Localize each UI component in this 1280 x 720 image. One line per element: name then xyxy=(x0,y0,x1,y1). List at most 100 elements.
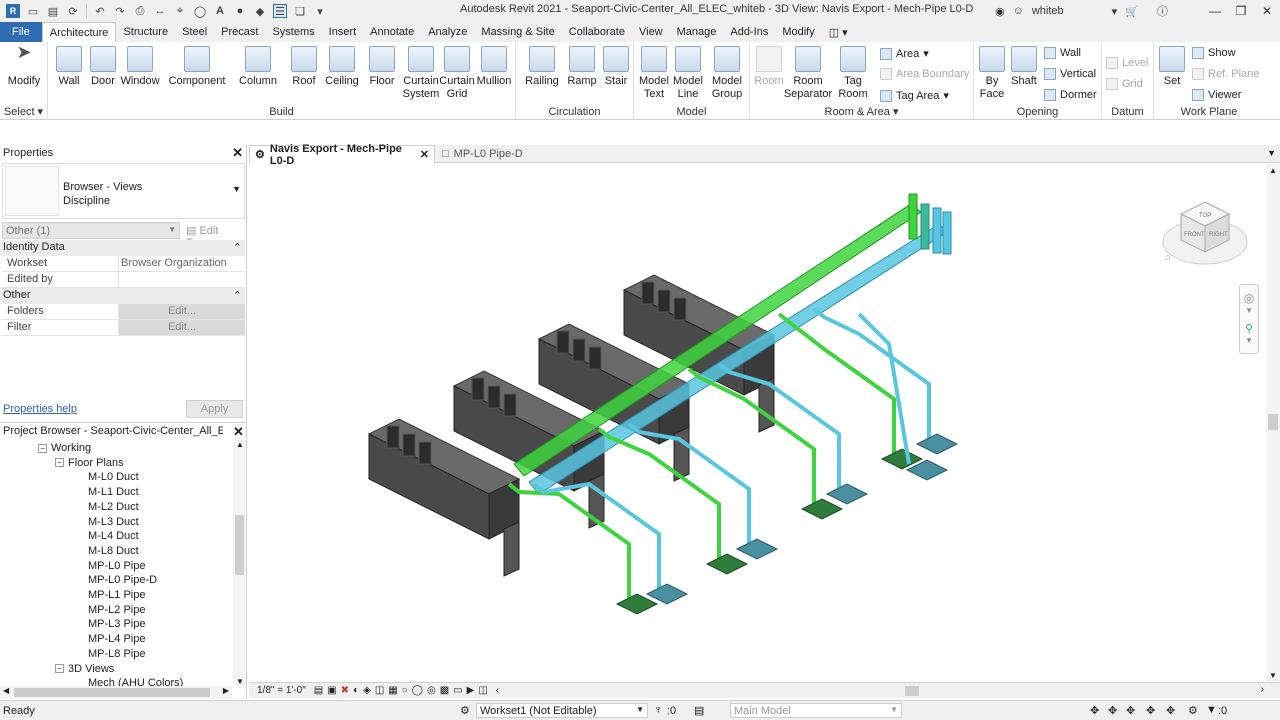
show-button[interactable]: Show xyxy=(1192,47,1236,59)
browser-tree-item[interactable]: −3D Views xyxy=(55,663,114,675)
browser-tree-item[interactable]: − Floor Plans xyxy=(55,457,124,469)
browser-tree-item[interactable]: MP-L8 Pipe xyxy=(88,648,145,660)
tab-modify[interactable]: Modify xyxy=(775,22,821,42)
scroll-thumb[interactable] xyxy=(14,688,210,697)
set-button[interactable]: Set xyxy=(1156,46,1188,88)
apply-button[interactable]: Apply xyxy=(186,400,243,418)
scroll-up-icon[interactable]: ▲ xyxy=(236,440,244,449)
area-boundary-button[interactable]: Area Boundary xyxy=(880,68,969,80)
tab-menu-icon[interactable]: ▼ xyxy=(1267,148,1276,158)
scroll-down-icon[interactable]: ▼ xyxy=(1269,671,1277,680)
revit-logo-icon[interactable]: R xyxy=(6,4,20,18)
undo-icon[interactable]: ↶ xyxy=(93,4,107,18)
worksharing-display-icon[interactable]: ▩ xyxy=(440,685,449,696)
folders-edit-button[interactable]: Edit... xyxy=(119,304,245,319)
component-button[interactable]: Component xyxy=(168,46,226,88)
browser-tree-item[interactable]: Mech (AHU Colors) xyxy=(88,677,183,686)
room-button[interactable]: Room xyxy=(752,46,786,88)
home-icon[interactable]: ⌂ xyxy=(1165,252,1171,263)
collapse-toggle-icon[interactable]: − xyxy=(55,664,64,673)
model-group-button[interactable]: Model Group xyxy=(708,46,746,101)
drag-on-selection-icon[interactable]: ✥ xyxy=(1166,704,1175,717)
help-icon[interactable]: ⓘ xyxy=(1157,3,1168,19)
stair-button[interactable]: Stair xyxy=(600,46,632,88)
viewcube[interactable]: TOP FRONT RIGHT ⌂ xyxy=(1159,194,1249,274)
browser-tree-item[interactable]: − Working xyxy=(38,442,91,454)
reveal-hidden-icon[interactable]: ◎ xyxy=(427,685,436,696)
viewer-button[interactable]: Viewer xyxy=(1192,89,1241,101)
view-tab-navis-export[interactable]: ⚙ Navis Export - Mech-Pipe L0-D ✕ xyxy=(249,143,435,167)
wall-button[interactable]: Wall xyxy=(54,46,84,88)
level-button[interactable]: Level xyxy=(1106,57,1148,69)
property-row-workset[interactable]: Workset Browser Organization xyxy=(2,256,245,272)
default-3d-view-icon[interactable]: ● xyxy=(233,4,247,18)
tab-view[interactable]: View xyxy=(632,22,670,42)
redo-icon[interactable]: ↷ xyxy=(113,4,127,18)
highlight-displacement-icon[interactable]: ▶ xyxy=(467,685,475,696)
select-dropdown[interactable]: Select ▾ xyxy=(0,105,47,118)
tab-architecture[interactable]: Architecture xyxy=(41,22,117,42)
chevron-down-icon[interactable]: ▾ xyxy=(1240,335,1258,346)
scroll-up-icon[interactable]: ▲ xyxy=(1269,166,1277,175)
chevron-down-icon[interactable]: ▾ xyxy=(1240,305,1258,316)
browser-tree-item[interactable]: MP-L1 Pipe xyxy=(88,589,145,601)
group-other[interactable]: Other ⌃ xyxy=(0,288,245,304)
editing-requests-icon[interactable]: ♆ xyxy=(654,704,662,716)
browser-tree-item[interactable]: MP-L2 Pipe xyxy=(88,604,145,616)
collapse-toggle-icon[interactable]: − xyxy=(55,458,64,468)
tab-collaborate[interactable]: Collaborate xyxy=(562,22,632,42)
mullion-button[interactable]: Mullion xyxy=(476,46,512,88)
filter-icon[interactable]: ▼ xyxy=(1206,704,1217,716)
switch-windows-icon[interactable]: ❏ xyxy=(293,4,307,18)
close-icon[interactable]: ✕ xyxy=(233,424,244,440)
curtain-system-button[interactable]: Curtain System xyxy=(402,46,440,101)
property-row-edited-by[interactable]: Edited by xyxy=(2,272,245,288)
tab-add-ins[interactable]: Add-Ins xyxy=(723,22,775,42)
area-button[interactable]: Area ▾ xyxy=(880,47,929,60)
horizontal-scrollbar[interactable]: ◀ ▶ xyxy=(0,686,232,699)
grid-button[interactable]: Grid xyxy=(1106,78,1143,90)
tag-room-button[interactable]: Tag Room xyxy=(836,46,870,101)
design-option-dropdown[interactable]: Main Model ▼ xyxy=(730,703,902,718)
thin-lines-icon[interactable]: ☰ xyxy=(273,4,287,18)
wall-opening-button[interactable]: Wall xyxy=(1044,47,1081,59)
by-face-button[interactable]: By Face xyxy=(976,46,1008,101)
floor-button[interactable]: Floor xyxy=(366,46,398,88)
user-name[interactable]: whiteb xyxy=(1032,5,1064,17)
tab-file[interactable]: File xyxy=(0,22,42,42)
close-icon[interactable]: ✕ xyxy=(232,145,243,161)
scroll-left-icon[interactable]: ◀ xyxy=(3,686,9,695)
section-icon[interactable]: ◆ xyxy=(253,4,267,18)
tag-icon[interactable]: ◯ xyxy=(193,4,207,18)
chevron-down-icon[interactable]: ▾ xyxy=(1112,5,1118,18)
browser-tree-item[interactable]: M-L1 Duct xyxy=(88,486,139,498)
3d-view-canvas[interactable]: TOP FRONT RIGHT ⌂ ◎ ▾ ⚲ ▾ xyxy=(249,164,1266,682)
text-icon[interactable]: A xyxy=(213,4,227,18)
sync-icon[interactable]: ⟳ xyxy=(66,4,80,18)
binoculars-icon[interactable]: ◉ xyxy=(995,5,1005,18)
tag-area-button[interactable]: Tag Area ▾ xyxy=(880,89,949,102)
modify-button[interactable]: ➤ Modify xyxy=(6,43,42,88)
group-identity-data[interactable]: Identity Data ⌃ xyxy=(0,240,245,256)
browser-tree-item[interactable]: MP-L0 Pipe-D xyxy=(88,574,157,586)
minimize-icon[interactable]: — xyxy=(1202,0,1228,22)
tab-analyze[interactable]: Analyze xyxy=(421,22,474,42)
restore-icon[interactable]: ❐ xyxy=(1228,0,1254,22)
tab-manage[interactable]: Manage xyxy=(670,22,724,42)
temporary-hide-icon[interactable]: ◯ xyxy=(412,685,423,696)
detail-level-icon[interactable]: ▤ xyxy=(314,685,323,696)
select-underlay-icon[interactable]: ✥ xyxy=(1108,704,1117,717)
room-separator-button[interactable]: Room Separator xyxy=(784,46,832,101)
model-text-button[interactable]: Model Text xyxy=(636,46,672,101)
render-icon[interactable]: ◈ xyxy=(363,685,371,696)
select-pinned-icon[interactable]: ✥ xyxy=(1126,704,1135,717)
close-icon[interactable]: ✕ xyxy=(1254,0,1280,22)
design-options-icon[interactable]: ▤ xyxy=(694,704,704,717)
browser-tree-item[interactable]: M-L2 Duct xyxy=(88,501,139,513)
select-by-face-icon[interactable]: ✥ xyxy=(1146,704,1155,717)
open-icon[interactable]: ▭ xyxy=(26,4,40,18)
browser-tree-item[interactable]: MP-L4 Pipe xyxy=(88,633,145,645)
property-row-filter[interactable]: Filter Edit... xyxy=(2,320,245,336)
roof-button[interactable]: Roof xyxy=(288,46,320,88)
show-crop-icon[interactable]: ▦ xyxy=(388,685,397,696)
